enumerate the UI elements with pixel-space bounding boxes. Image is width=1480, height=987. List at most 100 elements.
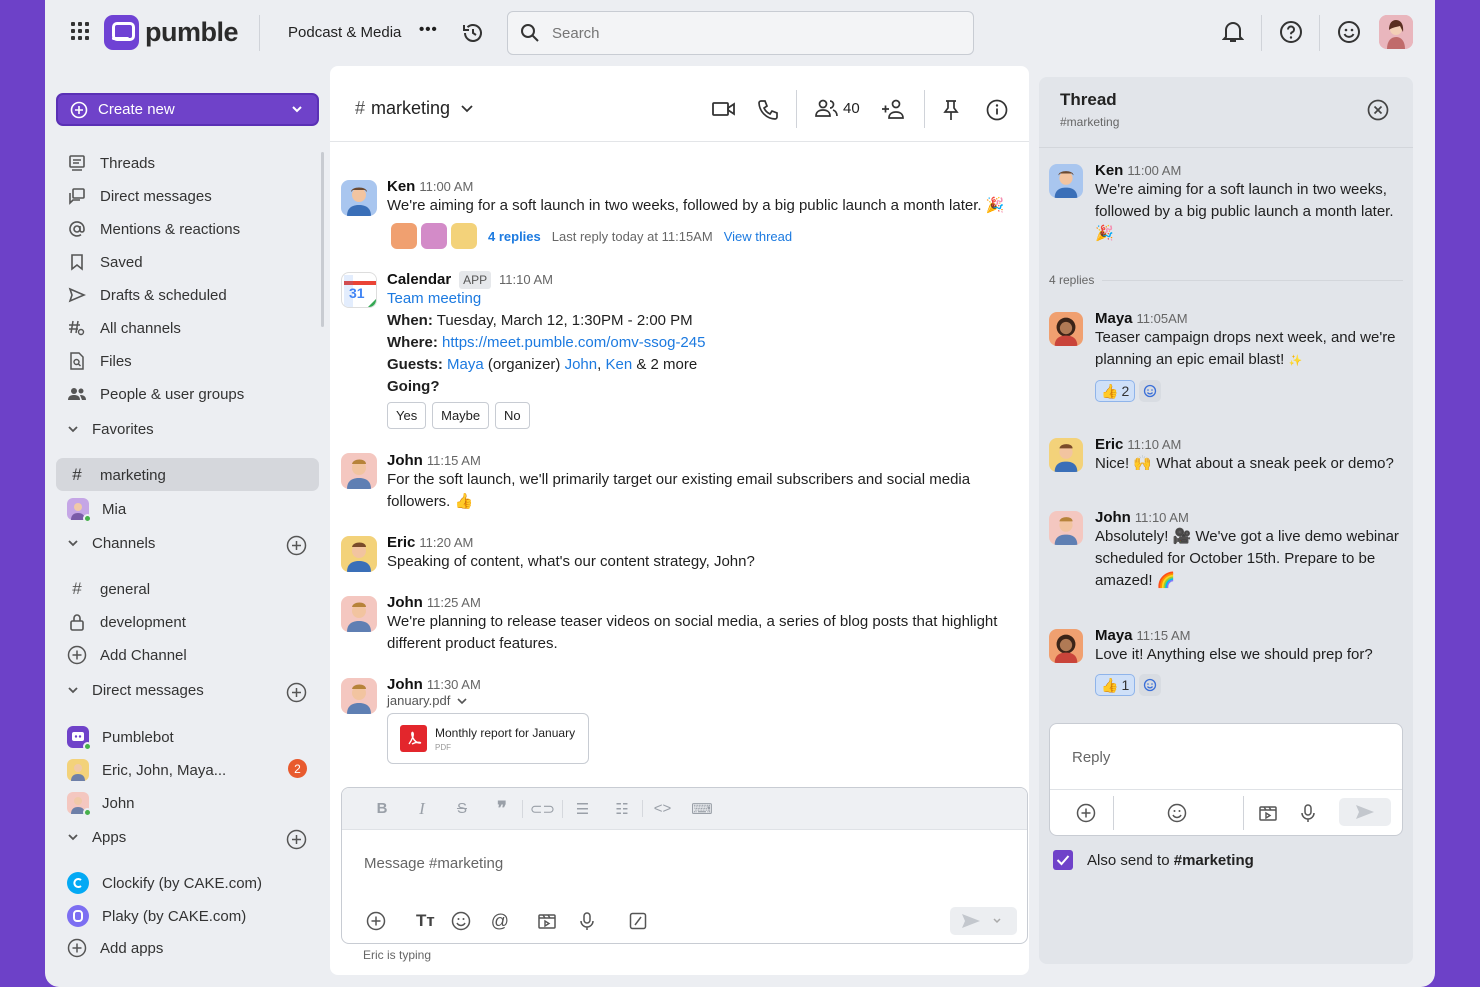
workspace-name[interactable]: Podcast & Media (288, 24, 401, 41)
avatar[interactable] (341, 536, 377, 572)
message-author[interactable]: John (387, 452, 423, 469)
reaction-thumbs-up[interactable]: 👍 2 (1095, 380, 1136, 402)
create-new-button[interactable]: Create new (56, 93, 319, 126)
sidebar-item-pumblebot[interactable]: Pumblebot (67, 726, 174, 751)
avatar[interactable] (341, 180, 377, 216)
thread-summary[interactable]: 4 replies Last reply today at 11:15AM Vi… (387, 223, 1027, 249)
channel-title[interactable]: # marketing (355, 98, 478, 119)
message-author[interactable]: Maya (1095, 627, 1133, 644)
add-channel-button[interactable]: Add Channel (67, 645, 187, 665)
sidebar-item-plaky[interactable]: Plaky (by CAKE.com) (67, 905, 246, 927)
emoji-icon[interactable] (451, 911, 471, 931)
guest-link[interactable]: Ken (605, 356, 632, 373)
sidebar-item-mentions[interactable]: Mentions & reactions (67, 219, 240, 239)
sidebar-item-development[interactable]: development (67, 612, 186, 632)
mention-icon[interactable]: @ (491, 911, 509, 932)
members-button[interactable]: 40 (815, 99, 860, 117)
sidebar-item-mia[interactable]: Mia (67, 498, 126, 523)
message-author[interactable]: Calendar (387, 271, 451, 288)
reaction-thumbs-up[interactable]: 👍 1 (1095, 674, 1136, 696)
rsvp-yes-button[interactable]: Yes (387, 402, 427, 429)
slash-command-icon[interactable] (629, 912, 647, 930)
message-author[interactable]: John (387, 676, 423, 693)
apps-grid-icon[interactable] (71, 22, 89, 40)
status-emoji-icon[interactable] (1337, 20, 1361, 44)
avatar[interactable] (1049, 629, 1083, 663)
sidebar-item-general[interactable]: # general (67, 579, 150, 599)
guest-link[interactable]: Maya (447, 356, 484, 373)
bold-icon[interactable]: B (362, 800, 402, 817)
link-icon[interactable]: ⊂⊃ (522, 799, 562, 818)
view-thread-link[interactable]: View thread (724, 229, 792, 244)
message-author[interactable]: John (1095, 509, 1131, 526)
quote-icon[interactable]: ❞ (482, 798, 522, 819)
strikethrough-icon[interactable]: S (442, 800, 482, 817)
workspace-more-icon[interactable]: ••• (419, 21, 438, 38)
message-author[interactable]: Ken (387, 178, 415, 195)
add-app-plus-icon[interactable] (286, 829, 307, 850)
search-input[interactable] (552, 24, 932, 42)
microphone-icon[interactable] (579, 911, 595, 931)
avatar[interactable] (341, 596, 377, 632)
emoji-icon[interactable] (1167, 803, 1187, 823)
help-icon[interactable] (1279, 20, 1303, 44)
add-member-icon[interactable] (881, 99, 907, 119)
plus-circle-icon[interactable] (1076, 803, 1096, 823)
message-author[interactable]: Eric (387, 534, 415, 551)
avatar[interactable] (1049, 511, 1083, 545)
add-apps-button[interactable]: Add apps (67, 938, 163, 958)
sidebar-item-all-channels[interactable]: All channels (67, 318, 181, 338)
code-icon[interactable]: <> (642, 800, 682, 817)
message-author[interactable]: Eric (1095, 436, 1123, 453)
video-clip-icon[interactable] (1258, 803, 1278, 823)
favorites-section-toggle[interactable]: Favorites (67, 421, 154, 438)
sidebar-item-clockify[interactable]: Clockify (by CAKE.com) (67, 872, 262, 894)
reply-text-area[interactable]: Reply (1050, 724, 1402, 790)
sidebar-item-people[interactable]: People & user groups (67, 384, 244, 404)
guest-link[interactable]: John (565, 356, 598, 373)
replies-count-link[interactable]: 4 replies (488, 229, 541, 244)
file-name-toggle[interactable]: january.pdf (387, 693, 589, 708)
apps-section-toggle[interactable]: Apps (67, 829, 126, 846)
message-author[interactable]: Maya (1095, 310, 1133, 327)
dms-section-toggle[interactable]: Direct messages (67, 682, 204, 699)
sidebar-item-marketing[interactable]: # marketing (67, 465, 166, 485)
event-title-link[interactable]: Team meeting (387, 290, 481, 307)
rsvp-maybe-button[interactable]: Maybe (432, 402, 490, 429)
sidebar-item-drafts[interactable]: Drafts & scheduled (67, 285, 227, 305)
sidebar-item-direct-messages[interactable]: Direct messages (67, 186, 212, 206)
avatar[interactable] (1049, 438, 1083, 472)
message-author[interactable]: Ken (1095, 162, 1123, 179)
bell-icon[interactable] (1222, 20, 1244, 44)
sidebar-item-threads[interactable]: Threads (67, 153, 155, 173)
sidebar-item-saved[interactable]: Saved (67, 252, 143, 272)
italic-icon[interactable]: I (402, 799, 442, 819)
microphone-icon[interactable] (1300, 803, 1316, 823)
add-reaction-icon[interactable] (1139, 380, 1162, 402)
sidebar-scrollbar[interactable] (321, 152, 324, 327)
sidebar-item-files[interactable]: Files (67, 351, 132, 371)
numbered-list-icon[interactable]: ☰ (562, 799, 602, 818)
video-clip-icon[interactable] (537, 911, 557, 931)
history-icon[interactable] (461, 21, 485, 45)
search-bar[interactable] (507, 11, 974, 55)
file-attachment[interactable]: Monthly report for January PDF (387, 713, 589, 764)
bulleted-list-icon[interactable]: ☷ (602, 800, 642, 818)
channels-section-toggle[interactable]: Channels (67, 535, 155, 552)
meeting-link[interactable]: https://meet.pumble.com/omv-ssog-245 (442, 334, 705, 351)
thread-channel[interactable]: #marketing (1060, 115, 1119, 129)
avatar[interactable] (341, 453, 377, 489)
sidebar-item-john[interactable]: John (67, 792, 135, 817)
message-author[interactable]: John (387, 594, 423, 611)
avatar[interactable] (1049, 312, 1083, 346)
close-icon[interactable] (1367, 99, 1389, 121)
composer-text-area[interactable]: Message #marketing (342, 830, 1027, 900)
add-reaction-icon[interactable] (1139, 674, 1162, 696)
add-dm-plus-icon[interactable] (286, 682, 307, 703)
info-icon[interactable] (986, 99, 1008, 121)
reply-send-button[interactable] (1339, 798, 1391, 826)
calendar-app-icon[interactable]: 31 (341, 272, 377, 308)
send-button[interactable] (950, 907, 1017, 935)
chevron-down-icon[interactable] (992, 917, 1002, 925)
video-call-icon[interactable] (712, 99, 736, 119)
